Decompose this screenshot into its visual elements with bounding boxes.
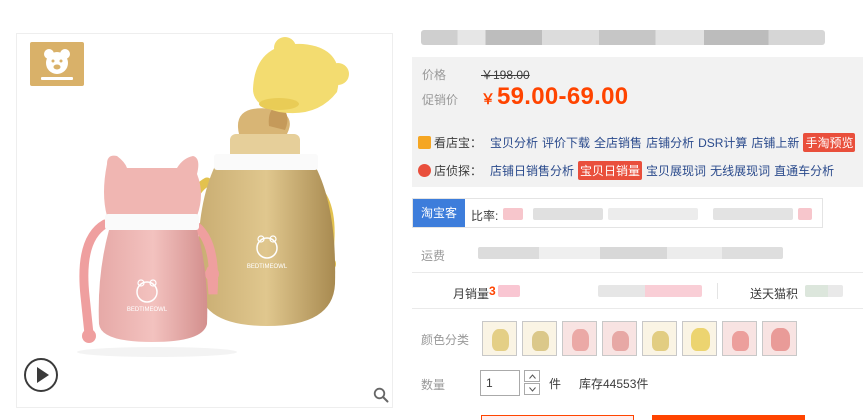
quantity-decrease-button[interactable] bbox=[524, 383, 540, 395]
link-item-keywords[interactable]: 宝贝展现词 bbox=[646, 162, 706, 179]
divider bbox=[717, 283, 718, 299]
redacted-value bbox=[598, 285, 702, 297]
quantity-label: 数量 bbox=[421, 378, 446, 392]
sku-option-yellow-set[interactable] bbox=[682, 321, 717, 356]
link-shop-daily-sales[interactable]: 店铺日销售分析 bbox=[490, 162, 574, 179]
redacted-value bbox=[608, 208, 698, 220]
divider bbox=[412, 272, 863, 273]
link-item-daily-sales[interactable]: 宝贝日销量 bbox=[578, 160, 643, 180]
link-shop-new[interactable]: 店铺上新 bbox=[751, 134, 799, 151]
add-to-cart-button[interactable] bbox=[652, 415, 805, 420]
svg-text:BEDTIMEOWL: BEDTIMEOWL bbox=[247, 264, 288, 270]
product-title bbox=[421, 30, 825, 45]
kandianbao-toolbar: 看店宝： 宝贝分析 评价下载 全店销售 店铺分析 DSR计算 店铺上新 手淘预览 bbox=[418, 132, 859, 152]
diantan-label: 店侦探： bbox=[434, 163, 483, 178]
link-ztc-analysis[interactable]: 直通车分析 bbox=[774, 162, 834, 179]
chevron-up-icon bbox=[528, 374, 536, 379]
sku-options bbox=[482, 321, 797, 356]
redacted-value bbox=[498, 285, 520, 297]
currency-symbol: ￥ bbox=[481, 91, 495, 107]
price-panel: 价格 ￥198.00 促销价 ￥59.00-69.00 看店宝： 宝贝分析 评价… bbox=[412, 57, 863, 187]
stock-count: 库存44553件 bbox=[579, 377, 649, 391]
redacted-value bbox=[503, 208, 523, 220]
sku-option-yellow-cup[interactable] bbox=[522, 321, 557, 356]
monthly-sales-value: 3 bbox=[489, 284, 496, 298]
link-dsr-calc[interactable]: DSR计算 bbox=[698, 134, 747, 151]
link-shop-sales[interactable]: 全店销售 bbox=[594, 134, 642, 151]
redacted-value bbox=[798, 208, 812, 220]
svg-text:BEDTIMEOWL: BEDTIMEOWL bbox=[127, 307, 168, 313]
product-main-image[interactable]: BEDTIMEOWL BEDTIMEOWL bbox=[16, 33, 393, 408]
link-mobile-preview[interactable]: 手淘预览 bbox=[803, 132, 856, 152]
tab-taobaoke[interactable]: 淘宝客 bbox=[413, 199, 465, 227]
sku-option-pink-set[interactable] bbox=[762, 321, 797, 356]
promo-price-label: 促销价 bbox=[422, 93, 459, 107]
quantity-increase-button[interactable] bbox=[524, 370, 540, 382]
original-price: ￥198.00 bbox=[481, 68, 530, 82]
sku-option-yellow-bottle[interactable] bbox=[482, 321, 517, 356]
buy-now-button[interactable] bbox=[481, 415, 634, 420]
link-item-analysis[interactable]: 宝贝分析 bbox=[490, 134, 538, 151]
link-review-download[interactable]: 评价下载 bbox=[542, 134, 590, 151]
link-mobile-keywords[interactable]: 无线展现词 bbox=[710, 162, 770, 179]
diantan-toolbar: 店侦探： 店铺日销售分析 宝贝日销量 宝贝展现词 无线展现词 直通车分析 bbox=[418, 160, 838, 180]
diantan-icon bbox=[418, 163, 431, 177]
shipping-label: 运费 bbox=[421, 249, 446, 263]
chevron-down-icon bbox=[528, 387, 536, 392]
redacted-value bbox=[805, 285, 843, 297]
promo-price: ￥59.00-69.00 bbox=[481, 83, 628, 111]
compare-bar: 淘宝客 比率: bbox=[412, 198, 823, 228]
search-icon[interactable] bbox=[373, 387, 389, 403]
sku-option-pink-cup[interactable] bbox=[602, 321, 637, 356]
product-photo: BEDTIMEOWL BEDTIMEOWL bbox=[77, 37, 349, 357]
kandianbao-icon bbox=[418, 135, 431, 149]
link-shop-analysis[interactable]: 店铺分析 bbox=[646, 134, 694, 151]
redacted-value bbox=[713, 208, 793, 220]
promo-price-value: 59.00-69.00 bbox=[497, 83, 629, 110]
sku-label: 颜色分类 bbox=[421, 333, 470, 347]
monthly-sales-label: 月销量 bbox=[453, 287, 490, 301]
quantity-input[interactable] bbox=[480, 370, 520, 396]
tmall-points-label: 送天猫积 bbox=[750, 287, 799, 301]
sku-option-yellow-handle[interactable] bbox=[642, 321, 677, 356]
bear-face-icon bbox=[30, 42, 84, 86]
price-label: 价格 bbox=[422, 68, 447, 82]
redacted-value bbox=[533, 208, 603, 220]
compare-ratio-label: 比率: bbox=[471, 209, 499, 223]
shipping-info bbox=[478, 247, 783, 259]
divider bbox=[412, 308, 863, 309]
kandianbao-label: 看店宝： bbox=[434, 135, 483, 150]
play-circle-icon[interactable] bbox=[24, 358, 58, 392]
quantity-unit: 件 bbox=[549, 377, 562, 391]
sku-option-pink-handle[interactable] bbox=[722, 321, 757, 356]
sku-option-pink-bottle[interactable] bbox=[562, 321, 597, 356]
